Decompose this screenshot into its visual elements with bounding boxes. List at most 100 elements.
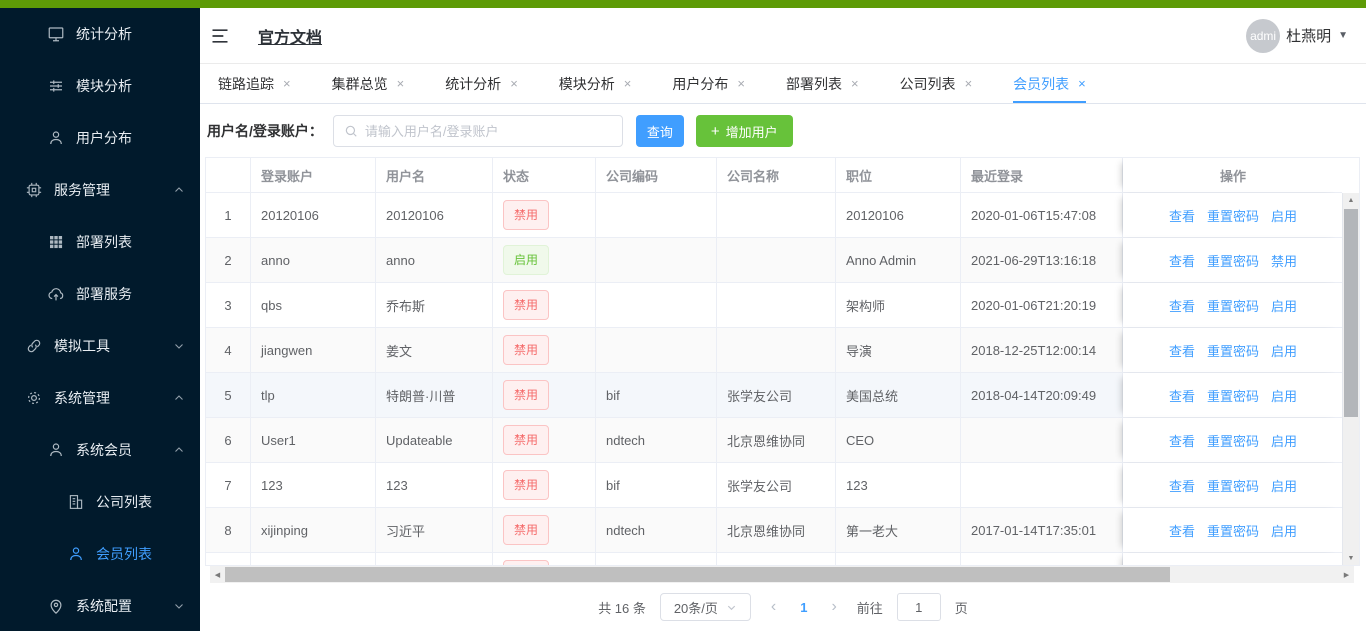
sidebar-item-公司列表[interactable]: 公司列表 [0, 476, 200, 528]
action-link-查看[interactable]: 查看 [1169, 386, 1195, 405]
search-input[interactable] [365, 124, 622, 139]
collapse-menu-icon[interactable] [210, 26, 230, 46]
official-docs-link[interactable]: 官方文档 [258, 24, 322, 48]
cell-position: CEO [836, 418, 961, 462]
action-link-启用[interactable]: 启用 [1271, 296, 1297, 315]
page-size-select[interactable]: 20条/页 [660, 593, 751, 621]
action-link-启用[interactable]: 启用 [1271, 521, 1297, 540]
cell-company_code: ndtech [596, 508, 717, 552]
cell-text: jiangwen [261, 343, 312, 358]
action-link-查看[interactable]: 查看 [1169, 251, 1195, 270]
action-link-查看[interactable]: 查看 [1169, 476, 1195, 495]
cell-last_login: 2017-01-14T17:35:01 [961, 508, 1123, 552]
sidebar-item-系统配置[interactable]: 系统配置 [0, 580, 200, 631]
cell-text: anno [386, 253, 415, 268]
cell-position [836, 553, 961, 566]
cell-account: 123 [251, 463, 376, 507]
action-link-重置密码[interactable]: 重置密码 [1207, 476, 1259, 495]
tab-集群总览[interactable]: 集群总览× [332, 64, 405, 103]
horizontal-scrollbar[interactable]: ◀ ▶ [210, 566, 1354, 583]
action-link-启用[interactable]: 启用 [1271, 206, 1297, 225]
next-page-button[interactable]: › [825, 598, 842, 616]
cell-text: 习近平 [386, 521, 425, 540]
action-link-重置密码[interactable]: 重置密码 [1207, 431, 1259, 450]
action-link-查看[interactable]: 查看 [1169, 431, 1195, 450]
scroll-up-icon[interactable]: ▲ [1343, 193, 1359, 207]
cell-actions: 查看重置密码启用 [1123, 193, 1343, 237]
member-table: 登录账户用户名状态公司编码公司名称职位最近登录操作 12012010620120… [205, 157, 1360, 566]
user-menu[interactable]: admi 杜燕明 ▼ [1246, 19, 1348, 53]
close-icon[interactable]: × [510, 76, 518, 91]
cell-company_name: 北京恩维协同 [717, 508, 836, 552]
tab-链路追踪[interactable]: 链路追踪× [218, 64, 291, 103]
action-link-查看[interactable]: 查看 [1169, 206, 1195, 225]
sidebar-item-部署服务[interactable]: 部署服务 [0, 268, 200, 320]
close-icon[interactable]: × [737, 76, 745, 91]
cell-actions: 查看重置密码启用 [1123, 373, 1343, 417]
action-link-重置密码[interactable]: 重置密码 [1207, 521, 1259, 540]
avatar[interactable]: admi [1246, 19, 1280, 53]
goto-page-input[interactable] [897, 593, 941, 621]
action-link-启用[interactable]: 启用 [1271, 386, 1297, 405]
sidebar-item-label: 服务管理 [54, 180, 110, 200]
tab-用户分布[interactable]: 用户分布× [672, 64, 745, 103]
sidebar-item-部署列表[interactable]: 部署列表 [0, 216, 200, 268]
close-icon[interactable]: × [397, 76, 405, 91]
table-row: 5tlp特朗普·川普禁用bif张学友公司美国总统2018-04-14T20:09… [206, 373, 1342, 418]
close-icon[interactable]: × [283, 76, 291, 91]
current-page[interactable]: 1 [796, 600, 811, 615]
top-brand-bar [0, 0, 1366, 8]
add-user-button[interactable]: + 增加用户 [696, 115, 793, 147]
prev-page-button[interactable]: ‹ [765, 598, 782, 616]
search-box [333, 115, 623, 147]
action-link-重置密码[interactable]: 重置密码 [1207, 386, 1259, 405]
scroll-right-icon[interactable]: ▶ [1339, 566, 1354, 583]
action-link-重置密码[interactable]: 重置密码 [1207, 296, 1259, 315]
close-icon[interactable]: × [965, 76, 973, 91]
cell-company_code [596, 238, 717, 282]
action-link-查看[interactable]: 查看 [1169, 521, 1195, 540]
action-link-重置密码[interactable]: 重置密码 [1207, 206, 1259, 225]
sidebar-item-模块分析[interactable]: 模块分析 [0, 60, 200, 112]
tab-部署列表[interactable]: 部署列表× [786, 64, 859, 103]
action-link-启用[interactable]: 启用 [1271, 341, 1297, 360]
sidebar-item-用户分布[interactable]: 用户分布 [0, 112, 200, 164]
vertical-scroll-thumb[interactable] [1344, 209, 1358, 417]
horizontal-scroll-thumb[interactable] [225, 567, 1170, 582]
scroll-left-icon[interactable]: ◀ [210, 566, 225, 583]
cell-company_code: ndtech [596, 418, 717, 462]
action-link-启用[interactable]: 启用 [1271, 431, 1297, 450]
tab-统计分析[interactable]: 统计分析× [445, 64, 518, 103]
cell-text: qbs [261, 298, 282, 313]
action-link-重置密码[interactable]: 重置密码 [1207, 341, 1259, 360]
sidebar-item-模拟工具[interactable]: 模拟工具 [0, 320, 200, 372]
close-icon[interactable]: × [624, 76, 632, 91]
cell-last_login: 2018-04-14T20:09:49 [961, 373, 1123, 417]
tab-模块分析[interactable]: 模块分析× [559, 64, 632, 103]
table-row: 8xijinping习近平禁用ndtech北京恩维协同第一老大2017-01-1… [206, 508, 1342, 553]
cell-actions: 查看重置密码启用 [1123, 283, 1343, 327]
sidebar-item-统计分析[interactable]: 统计分析 [0, 8, 200, 60]
close-icon[interactable]: × [1078, 76, 1086, 91]
tab-会员列表[interactable]: 会员列表× [1013, 64, 1086, 103]
cell-account: qbs [251, 283, 376, 327]
action-link-重置密码[interactable]: 重置密码 [1207, 251, 1259, 270]
scroll-down-icon[interactable]: ▼ [1343, 551, 1359, 565]
sidebar-item-系统管理[interactable]: 系统管理 [0, 372, 200, 424]
vertical-scrollbar[interactable]: ▲ ▼ [1342, 193, 1359, 565]
sidebar-item-系统会员[interactable]: 系统会员 [0, 424, 200, 476]
tab-公司列表[interactable]: 公司列表× [900, 64, 973, 103]
sidebar-item-服务管理[interactable]: 服务管理 [0, 164, 200, 216]
total-count-label: 共 16 条 [598, 598, 646, 617]
cell-text: 架构师 [846, 296, 885, 315]
action-link-查看[interactable]: 查看 [1169, 341, 1195, 360]
cell-text: bif [606, 478, 620, 493]
action-link-查看[interactable]: 查看 [1169, 296, 1195, 315]
query-button[interactable]: 查询 [636, 115, 684, 147]
cell-account: jiangwen [251, 328, 376, 372]
chevron-up-icon [173, 392, 185, 404]
action-link-禁用[interactable]: 禁用 [1271, 251, 1297, 270]
close-icon[interactable]: × [851, 76, 859, 91]
action-link-启用[interactable]: 启用 [1271, 476, 1297, 495]
sidebar-item-会员列表[interactable]: 会员列表 [0, 528, 200, 580]
